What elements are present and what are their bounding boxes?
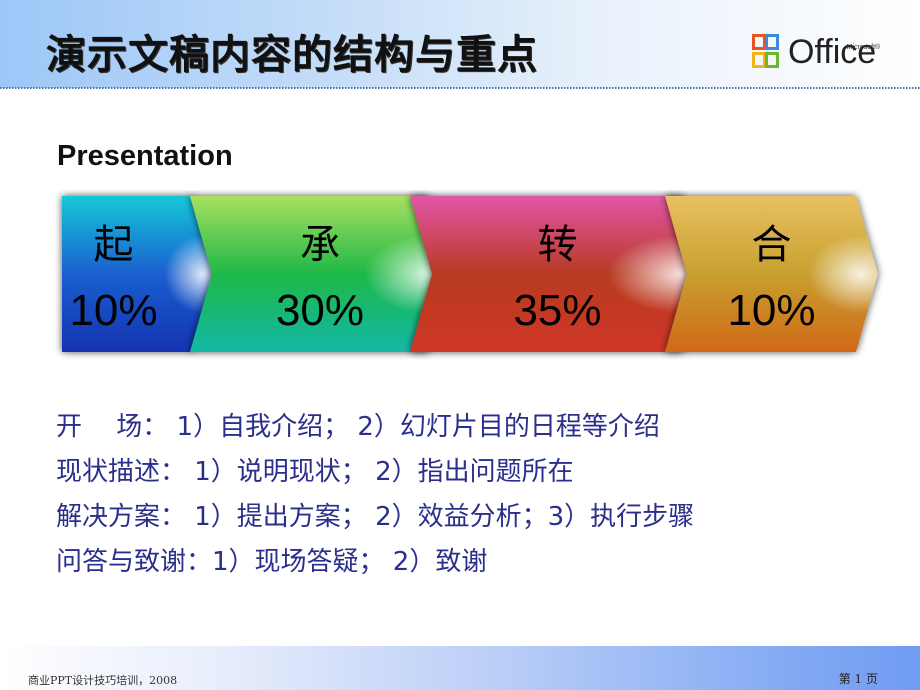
logo-superscript: Microsoft® bbox=[846, 44, 881, 51]
agenda-line: 开 场： 1）自我介绍； 2）幻灯片目的日程等介绍 bbox=[56, 412, 660, 442]
stage-percent: 35% bbox=[513, 286, 602, 335]
agenda-line: 现状描述： 1）说明现状； 2）指出问题所在 bbox=[56, 457, 574, 487]
stage-name: 承 bbox=[300, 222, 340, 268]
stage-percent: 10% bbox=[727, 286, 816, 335]
stage-percent: 10% bbox=[69, 286, 158, 335]
agenda-line: 问答与致谢：1）现场答疑； 2）致谢 bbox=[56, 547, 488, 577]
page-number: 第 1 页 bbox=[838, 672, 878, 686]
stage-percent: 30% bbox=[275, 286, 365, 335]
header-divider bbox=[0, 87, 920, 89]
stage-name: 合 bbox=[751, 222, 792, 268]
office-logo: Office Microsoft® bbox=[752, 28, 880, 72]
office-logo-icon bbox=[752, 32, 786, 72]
slide-footer: 商业PPT设计技巧培训，2008 第 1 页 bbox=[0, 646, 920, 690]
logo-brand: Office Microsoft® bbox=[788, 32, 880, 72]
agenda-line: 解决方案： 1）提出方案； 2）效益分析；3）执行步骤 bbox=[56, 502, 695, 532]
footer-caption: 商业PPT设计技巧培训，2008 bbox=[28, 674, 178, 687]
stage-banner: 起 10% 承 30% 转 35% 合 10% bbox=[0, 190, 920, 360]
agenda-list: 开 场： 1）自我介绍； 2）幻灯片目的日程等介绍 现状描述： 1）说明现状； … bbox=[56, 405, 694, 585]
stage-name: 起 bbox=[93, 222, 134, 268]
slide-title: 演示文稿内容的结构与重点 bbox=[46, 32, 538, 78]
stage-name: 转 bbox=[537, 222, 578, 268]
subtitle: Presentation bbox=[57, 140, 233, 172]
